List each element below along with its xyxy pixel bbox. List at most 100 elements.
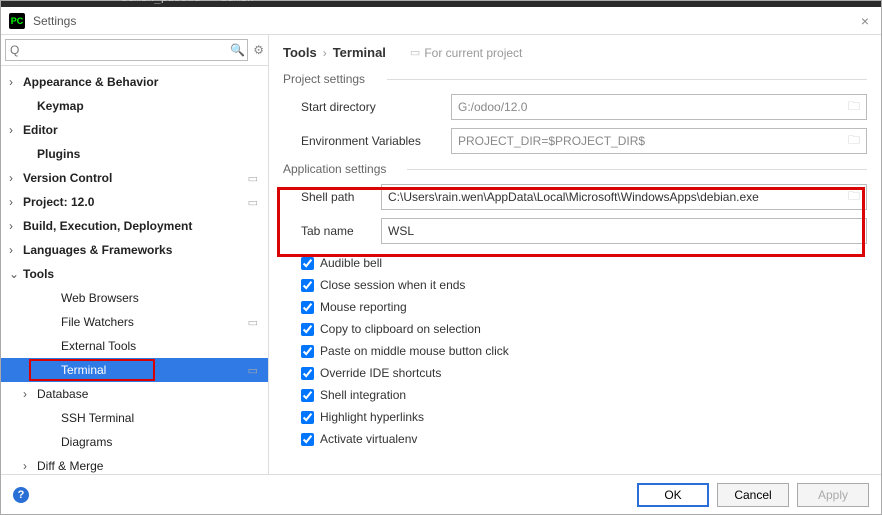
window-title: Settings	[33, 14, 857, 28]
tree-item-diagrams[interactable]: Diagrams	[1, 430, 268, 454]
close-icon[interactable]: ×	[857, 13, 873, 29]
search-options-icon[interactable]: ⚙	[253, 43, 264, 57]
checkbox-label: Mouse reporting	[320, 300, 407, 314]
tree-item-appearance-behavior[interactable]: ›Appearance & Behavior	[1, 70, 268, 94]
chevron-right-icon[interactable]: ›	[9, 171, 23, 185]
checkbox-row-paste-on-middle-mouse-button-click: Paste on middle mouse button click	[301, 340, 867, 362]
row-start-directory: Start directory 🗀	[283, 94, 867, 120]
tree-item-terminal[interactable]: Terminal▭	[1, 358, 268, 382]
checkbox-row-copy-to-clipboard-on-selection: Copy to clipboard on selection	[301, 318, 867, 340]
pycharm-app-icon: PC	[9, 13, 25, 29]
ok-button[interactable]: OK	[637, 483, 709, 507]
dialog-button-bar: ? OK Cancel Apply	[1, 474, 881, 514]
breadcrumb-tools[interactable]: Tools	[283, 45, 317, 60]
chevron-right-icon: ›	[323, 46, 327, 60]
checkbox-override-ide-shortcuts[interactable]	[301, 367, 314, 380]
checkbox-row-highlight-hyperlinks: Highlight hyperlinks	[301, 406, 867, 428]
background-code-scrap: admin_passwd = admin	[121, 0, 253, 4]
tree-item-web-browsers[interactable]: Web Browsers	[1, 286, 268, 310]
label-start-directory: Start directory	[301, 100, 451, 114]
checkbox-audible-bell[interactable]	[301, 257, 314, 270]
checkbox-label: Highlight hyperlinks	[320, 410, 424, 424]
checkbox-shell-integration[interactable]	[301, 389, 314, 402]
project-scope-icon: ▭	[248, 172, 258, 185]
checkbox-row-mouse-reporting: Mouse reporting	[301, 296, 867, 318]
row-tab-name: Tab name	[283, 218, 867, 244]
input-shell-path[interactable]	[382, 185, 842, 209]
tree-item-version-control[interactable]: ›Version Control▭	[1, 166, 268, 190]
tree-item-label: Keymap	[37, 99, 268, 113]
settings-tree: ›Appearance & BehaviorKeymap›EditorPlugi…	[1, 66, 268, 474]
chevron-right-icon[interactable]: ›	[9, 123, 23, 137]
settings-content: Tools › Terminal ▭ For current project P…	[269, 35, 881, 474]
row-shell-path: Shell path 🗀	[283, 184, 867, 210]
browse-shell-icon[interactable]: 🗀	[842, 187, 866, 208]
settings-sidebar: 🔍 ⚙ ›Appearance & BehaviorKeymap›EditorP…	[1, 35, 269, 474]
search-input[interactable]	[5, 39, 248, 61]
checkbox-label: Paste on middle mouse button click	[320, 344, 509, 358]
chevron-right-icon[interactable]: ›	[23, 387, 37, 401]
checkbox-group: Audible bell Close session when it ends Mo…	[283, 252, 867, 450]
checkbox-label: Activate virtualenv	[320, 432, 417, 446]
checkbox-paste-on-middle-mouse-button-click[interactable]	[301, 345, 314, 358]
checkbox-label: Copy to clipboard on selection	[320, 322, 481, 336]
checkbox-row-audible-bell: Audible bell	[301, 252, 867, 274]
tree-item-label: Web Browsers	[61, 291, 268, 305]
checkbox-label: Close session when it ends	[320, 278, 465, 292]
project-scope-icon: ▭	[248, 364, 258, 377]
chevron-down-icon[interactable]: ⌄	[9, 267, 23, 281]
tree-item-build-execution-deployment[interactable]: ›Build, Execution, Deployment	[1, 214, 268, 238]
tree-item-tools[interactable]: ⌄Tools	[1, 262, 268, 286]
chevron-right-icon[interactable]: ›	[9, 75, 23, 89]
tree-item-file-watchers[interactable]: File Watchers▭	[1, 310, 268, 334]
input-env-vars[interactable]	[452, 129, 842, 153]
tree-item-ssh-terminal[interactable]: SSH Terminal	[1, 406, 268, 430]
tree-item-label: Database	[37, 387, 268, 401]
chevron-right-icon[interactable]: ›	[9, 195, 23, 209]
chevron-right-icon[interactable]: ›	[9, 219, 23, 233]
tree-item-diff-merge[interactable]: ›Diff & Merge	[1, 454, 268, 474]
tree-item-label: Appearance & Behavior	[23, 75, 268, 89]
checkbox-highlight-hyperlinks[interactable]	[301, 411, 314, 424]
tree-item-label: Diff & Merge	[37, 459, 268, 473]
tree-item-languages-frameworks[interactable]: ›Languages & Frameworks	[1, 238, 268, 262]
tree-item-plugins[interactable]: Plugins	[1, 142, 268, 166]
tree-item-label: Editor	[23, 123, 268, 137]
tree-item-label: Version Control	[23, 171, 248, 185]
tree-item-project-12-0[interactable]: ›Project: 12.0▭	[1, 190, 268, 214]
for-current-project-label: ▭ For current project	[410, 46, 522, 60]
project-scope-icon: ▭	[410, 46, 420, 59]
checkbox-label: Override IDE shortcuts	[320, 366, 441, 380]
checkbox-label: Shell integration	[320, 388, 406, 402]
input-start-directory[interactable]	[452, 95, 842, 119]
checkbox-close-session-when-it-ends[interactable]	[301, 279, 314, 292]
checkbox-row-activate-virtualenv: Activate virtualenv	[301, 428, 867, 450]
obscured-topstrip: admin_passwd = admin	[1, 1, 881, 7]
chevron-right-icon[interactable]: ›	[23, 459, 37, 473]
chevron-right-icon[interactable]: ›	[9, 243, 23, 257]
breadcrumb: Tools › Terminal ▭ For current project	[283, 45, 867, 60]
input-tab-name[interactable]	[382, 219, 866, 243]
tree-item-label: Diagrams	[61, 435, 268, 449]
checkbox-activate-virtualenv[interactable]	[301, 433, 314, 446]
project-scope-icon: ▭	[248, 316, 258, 329]
checkbox-copy-to-clipboard-on-selection[interactable]	[301, 323, 314, 336]
cancel-button[interactable]: Cancel	[717, 483, 789, 507]
help-icon[interactable]: ?	[13, 487, 29, 503]
tree-item-external-tools[interactable]: External Tools	[1, 334, 268, 358]
tree-item-editor[interactable]: ›Editor	[1, 118, 268, 142]
tree-item-label: File Watchers	[61, 315, 248, 329]
label-env-vars: Environment Variables	[301, 134, 451, 148]
settings-search: 🔍 ⚙	[1, 35, 268, 66]
apply-button: Apply	[797, 483, 869, 507]
browse-folder-icon[interactable]: 🗀	[842, 97, 866, 118]
checkbox-label: Audible bell	[320, 256, 382, 270]
tree-item-keymap[interactable]: Keymap	[1, 94, 268, 118]
tree-item-label: SSH Terminal	[61, 411, 268, 425]
tree-item-label: Plugins	[37, 147, 268, 161]
tree-item-label: Languages & Frameworks	[23, 243, 268, 257]
checkbox-mouse-reporting[interactable]	[301, 301, 314, 314]
row-env-vars: Environment Variables 🗀	[283, 128, 867, 154]
tree-item-database[interactable]: ›Database	[1, 382, 268, 406]
edit-env-icon[interactable]: 🗀	[842, 131, 866, 152]
